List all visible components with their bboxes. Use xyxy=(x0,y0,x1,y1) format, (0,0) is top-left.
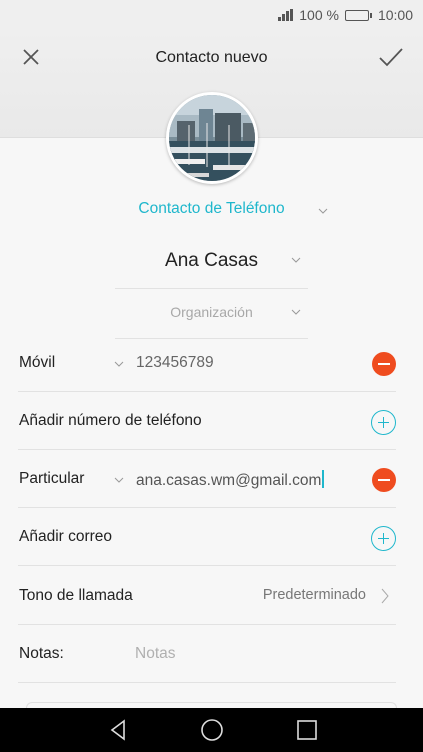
text-cursor xyxy=(322,470,324,488)
page-title: Contacto nuevo xyxy=(155,49,268,66)
home-icon[interactable] xyxy=(200,718,224,742)
battery-icon xyxy=(344,9,372,21)
email-type[interactable]: Particular xyxy=(19,470,84,488)
add-email-button[interactable] xyxy=(371,526,396,551)
photo-image xyxy=(169,95,255,181)
name-field[interactable]: Ana Casas xyxy=(115,239,308,289)
chevron-down-icon[interactable] xyxy=(291,255,301,265)
phone-input[interactable]: 123456789 xyxy=(136,354,214,372)
signal-icon xyxy=(278,9,294,21)
recents-icon[interactable] xyxy=(296,718,318,742)
remove-email-button[interactable] xyxy=(372,468,396,492)
email-input[interactable]: ana.casas.wm@gmail.com xyxy=(136,470,324,490)
add-phone-label: Añadir número de teléfono xyxy=(19,412,202,429)
email-row: Particular ana.casas.wm@gmail.com xyxy=(18,450,396,508)
add-phone-button[interactable] xyxy=(371,410,396,435)
ringtone-row[interactable]: Tono de llamada Predeterminado xyxy=(18,567,396,625)
phone-row: Móvil 123456789 xyxy=(18,334,396,392)
add-phone-row[interactable]: Añadir número de teléfono xyxy=(18,392,396,450)
organization-placeholder: Organización xyxy=(170,304,253,320)
notes-input[interactable]: Notas xyxy=(135,645,176,663)
contact-photo[interactable] xyxy=(166,92,258,184)
chevron-right-icon xyxy=(381,588,389,604)
clock: 10:00 xyxy=(377,7,413,23)
ringtone-value: Predeterminado xyxy=(262,587,366,603)
navigation-bar xyxy=(0,708,423,752)
notes-label: Notas: xyxy=(19,645,64,662)
chevron-down-icon xyxy=(318,208,328,214)
organization-field[interactable]: Organización xyxy=(115,289,308,339)
add-email-row[interactable]: Añadir correo xyxy=(18,508,396,566)
notes-row: Notas: Notas xyxy=(18,625,396,683)
email-value: ana.casas.wm@gmail.com xyxy=(136,472,322,489)
phone-type[interactable]: Móvil xyxy=(19,354,55,372)
back-icon[interactable] xyxy=(108,718,128,742)
checkmark-icon[interactable] xyxy=(377,44,405,70)
account-selector[interactable]: Contacto de Teléfono xyxy=(0,200,423,226)
account-label: Contacto de Teléfono xyxy=(138,200,285,217)
status-bar: 100 % 10:00 xyxy=(0,0,423,30)
chevron-down-icon[interactable] xyxy=(291,307,301,317)
chevron-down-icon[interactable] xyxy=(114,475,124,485)
name-value: Ana Casas xyxy=(165,250,258,271)
add-email-label: Añadir correo xyxy=(19,528,113,545)
chevron-down-icon[interactable] xyxy=(114,359,124,369)
ringtone-label: Tono de llamada xyxy=(19,587,133,604)
battery-percent: 100 % xyxy=(299,7,339,23)
remove-phone-button[interactable] xyxy=(372,352,396,376)
